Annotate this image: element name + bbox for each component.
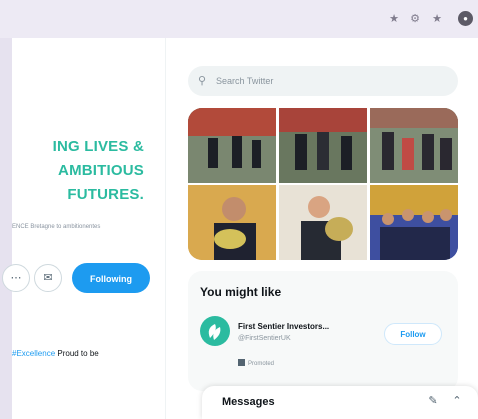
profile-bio: ENCE Bretagne to ambitionentes xyxy=(12,224,101,230)
banner-line-2: AMBITIOUS xyxy=(58,162,144,179)
media-thumbnail[interactable] xyxy=(279,108,367,183)
you-might-like-title: You might like xyxy=(200,285,282,299)
suggested-account-name[interactable]: First Sentier Investors... xyxy=(238,322,329,331)
media-thumbnail[interactable] xyxy=(370,108,458,183)
tweet-text: #Excellence Proud to be xyxy=(12,349,99,358)
messages-drawer[interactable]: Messages ✎ ⌃ xyxy=(202,386,478,419)
notifications-icon: ✉ xyxy=(43,272,53,284)
suggested-account-handle: @FirstSentierUK xyxy=(238,335,291,342)
chevron-up-icon[interactable]: ⌃ xyxy=(450,394,464,408)
search-icon: ⚲ xyxy=(198,75,207,87)
search-placeholder: Search Twitter xyxy=(216,76,274,86)
banner-line-3: FUTURES. xyxy=(67,186,144,203)
extensions-icon[interactable]: ★ xyxy=(430,12,444,26)
twitter-page: ING LIVES & AMBITIOUS FUTURES. ENCE Bret… xyxy=(2,38,478,419)
more-button[interactable]: ⋯ xyxy=(2,264,30,292)
suggested-account-avatar[interactable] xyxy=(200,316,230,346)
media-thumbnail[interactable] xyxy=(188,108,276,183)
following-button[interactable]: Following xyxy=(72,263,150,293)
promoted-label: Promoted xyxy=(238,359,274,367)
column-divider xyxy=(165,38,166,419)
promoted-icon xyxy=(238,359,245,366)
search-input[interactable]: ⚲ Search Twitter xyxy=(188,66,458,96)
promoted-text: Promoted xyxy=(248,361,275,367)
messages-title: Messages xyxy=(222,396,275,408)
tweet-body: Proud to be xyxy=(55,349,99,358)
notifications-button[interactable]: ✉ xyxy=(34,264,62,292)
media-grid[interactable] xyxy=(188,108,458,260)
puzzle-icon[interactable]: ⚙ xyxy=(408,12,422,26)
media-thumbnail[interactable] xyxy=(188,185,276,260)
media-thumbnail[interactable] xyxy=(279,185,367,260)
more-icon: ⋯ xyxy=(10,272,22,284)
hashtag-link[interactable]: #Excellence xyxy=(12,349,55,358)
banner-line-1: ING LIVES & xyxy=(52,138,144,155)
follow-button[interactable]: Follow xyxy=(384,323,442,345)
new-message-icon[interactable]: ✎ xyxy=(426,394,440,408)
browser-toolbar: ★ ⚙ ★ ● xyxy=(0,0,478,38)
profile-avatar-icon[interactable]: ● xyxy=(458,11,473,26)
media-thumbnail[interactable] xyxy=(370,185,458,260)
star-icon[interactable]: ★ xyxy=(387,12,401,26)
you-might-like-panel: You might like First Sentier Investors..… xyxy=(188,271,458,391)
